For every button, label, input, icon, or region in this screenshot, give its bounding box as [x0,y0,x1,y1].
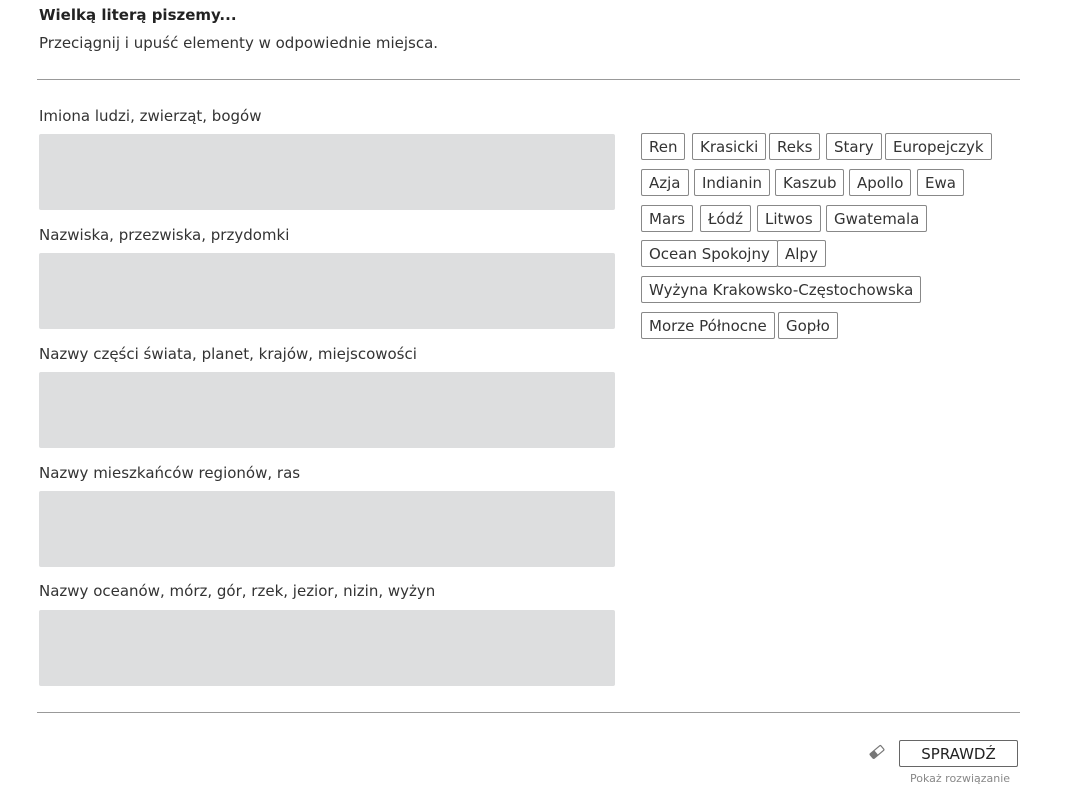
draggable-tile[interactable]: Ocean Spokojny [641,240,778,267]
draggable-tile[interactable]: Morze Północne [641,312,775,339]
draggable-tile[interactable]: Kaszub [775,169,845,196]
category-label-surnames: Nazwiska, przezwiska, przydomki [39,226,290,244]
bottom-divider [37,712,1020,713]
draggable-tile[interactable]: Gopło [778,312,838,339]
exercise-instruction: Przeciągnij i upuść elementy w odpowiedn… [39,34,439,52]
draggable-tile[interactable]: Azja [641,169,689,196]
category-label-geography: Nazwy oceanów, mórz, gór, rzek, jezior, … [39,582,436,600]
draggable-tile[interactable]: Reks [769,133,821,160]
draggable-tile[interactable]: Ren [641,133,686,160]
top-divider [37,79,1020,80]
draggable-tile[interactable]: Gwatemala [826,205,928,232]
draggable-tile[interactable]: Krasicki [692,133,767,160]
category-label-names: Imiona ludzi, zwierząt, bogów [39,107,262,125]
drop-zone-places[interactable] [39,372,615,448]
drop-zone-inhabitants[interactable] [39,491,615,567]
category-label-inhabitants: Nazwy mieszkańców regionów, ras [39,464,301,482]
draggable-tile[interactable]: Alpy [777,240,826,267]
draggable-tile[interactable]: Ewa [917,169,964,196]
draggable-tile[interactable]: Europejczyk [885,133,992,160]
draggable-tile[interactable]: Litwos [757,205,821,232]
draggable-tile[interactable]: Indianin [694,169,770,196]
draggable-tile[interactable]: Łódź [700,205,752,232]
draggable-tile[interactable]: Apollo [849,169,912,196]
draggable-tile[interactable]: Wyżyna Krakowsko-Częstochowska [641,276,922,303]
draggable-tile[interactable]: Mars [641,205,694,232]
drop-zone-geography[interactable] [39,610,615,686]
category-label-places: Nazwy części świata, planet, krajów, mie… [39,345,417,363]
eraser-icon[interactable] [868,744,886,760]
check-button[interactable]: SPRAWDŹ [899,740,1018,767]
draggable-tile[interactable]: Stary [826,133,882,160]
drop-zone-names[interactable] [39,134,615,210]
exercise-title: Wielką literą piszemy... [39,6,237,24]
drop-zone-surnames[interactable] [39,253,615,329]
show-solution-link[interactable]: Pokaż rozwiązanie [910,772,1010,785]
